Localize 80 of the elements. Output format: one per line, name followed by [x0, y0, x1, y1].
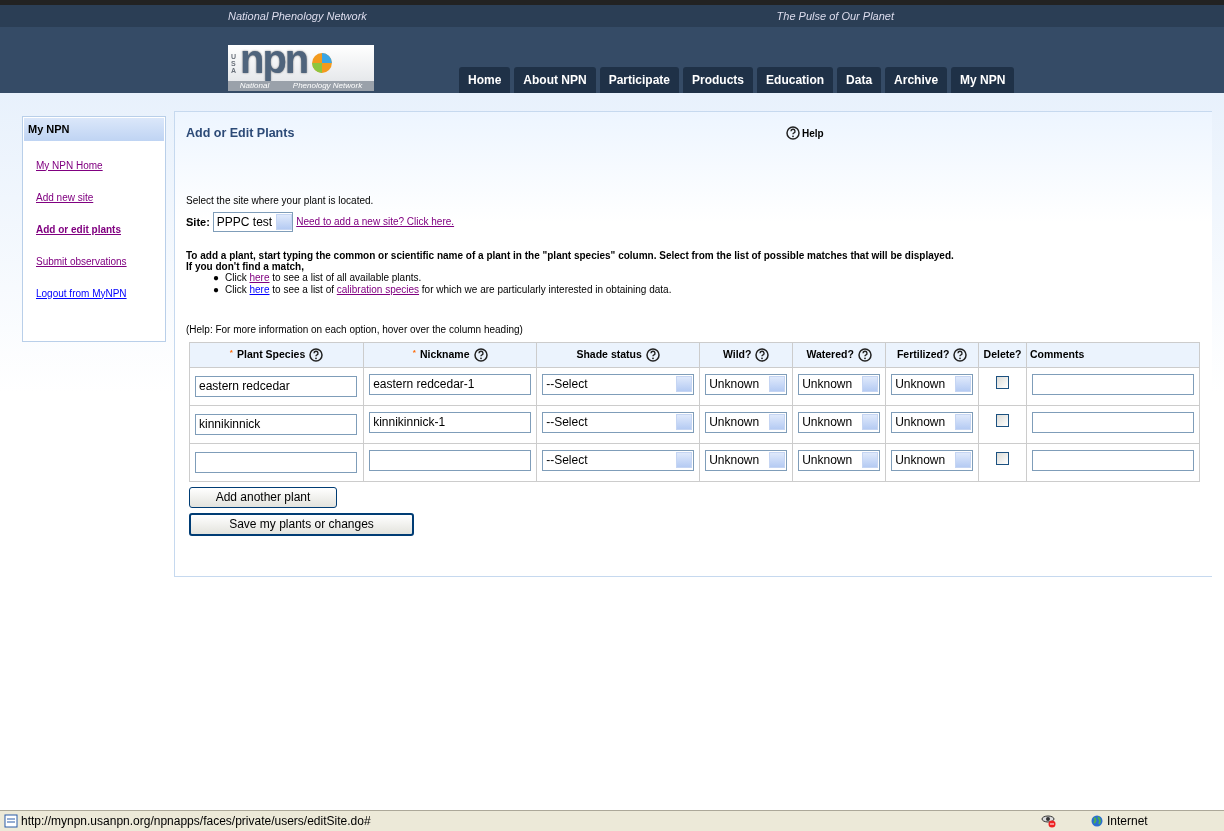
- nav-tab[interactable]: My NPN: [951, 67, 1015, 93]
- wild-select[interactable]: Unknown: [705, 373, 788, 395]
- bullet-marker: ●: [213, 283, 220, 296]
- species-field[interactable]: [195, 451, 357, 473]
- help-icon[interactable]: [645, 347, 660, 362]
- fertilized-select[interactable]: Unknown: [891, 449, 974, 471]
- fertilized-select[interactable]: Unknown: [891, 411, 974, 433]
- inline-link[interactable]: here: [249, 271, 270, 283]
- help-icon[interactable]: [755, 347, 770, 362]
- fertilized-select[interactable]: Unknown: [891, 373, 974, 395]
- site-select[interactable]: PPPC test: [212, 211, 294, 232]
- sidebar-link[interactable]: Logout from MyNPN: [36, 285, 165, 301]
- column-header: Wild?: [722, 347, 752, 360]
- watered-select[interactable]: Unknown: [798, 411, 881, 433]
- delete-checkbox[interactable]: [996, 413, 1010, 427]
- instruction-text: To add a plant, start typing the common or scientific name of a plant in the "plant species" column. Select from the list of possible matches that will be displayed.: [186, 249, 955, 261]
- nickname-field[interactable]: [369, 449, 532, 471]
- nickname-field[interactable]: eastern redcedar-1: [369, 373, 532, 395]
- comments-field[interactable]: [1032, 449, 1194, 471]
- help-icon[interactable]: [473, 347, 488, 362]
- instruction-text: If you don't find a match,: [186, 260, 304, 272]
- column-header: Fertilized?: [896, 347, 950, 360]
- wild-select[interactable]: Unknown: [705, 449, 788, 471]
- watered-select[interactable]: Unknown: [798, 449, 881, 471]
- delete-checkbox[interactable]: [996, 451, 1010, 465]
- comments-field[interactable]: [1032, 411, 1194, 433]
- nav-tab[interactable]: Home: [459, 67, 511, 93]
- site-prompt: Select the site where your plant is located.: [186, 193, 375, 208]
- bullet-text: Click here to see a list of calibration species for which we are particularly interested in obtaining data.: [225, 283, 672, 296]
- nav-tab[interactable]: Data: [837, 67, 882, 93]
- column-header: Watered?: [806, 347, 854, 360]
- page-icon: [4, 814, 18, 828]
- page-title: Add or Edit Plants: [186, 125, 296, 142]
- nav-tab[interactable]: About NPN: [514, 67, 596, 93]
- comments-field[interactable]: [1032, 373, 1194, 395]
- status-url: http://mynpn.usanpn.org/npnapps/faces/private/users/editSite.do#: [21, 813, 372, 830]
- nav-tab[interactable]: Education: [757, 67, 834, 93]
- delete-checkbox[interactable]: [996, 375, 1010, 389]
- form-button[interactable]: Add another plant: [189, 486, 337, 508]
- help-link[interactable]: Help: [786, 125, 824, 141]
- sidebar-link[interactable]: My NPN Home: [36, 157, 165, 173]
- column-header: Shade status: [576, 347, 642, 360]
- sidebar-title: My NPN: [24, 118, 164, 141]
- required-marker: *: [229, 347, 233, 357]
- inline-link[interactable]: calibration species: [336, 283, 420, 295]
- help-icon[interactable]: [953, 347, 968, 362]
- bullet-text: Click here to see a list of all available plants.: [225, 271, 422, 284]
- nickname-field[interactable]: kinnikinnick-1: [369, 411, 532, 433]
- help-icon: [786, 126, 800, 141]
- watered-select[interactable]: Unknown: [798, 373, 881, 395]
- sidebar-link[interactable]: Submit observations: [36, 253, 165, 269]
- privacy-icon: [1041, 814, 1057, 828]
- site-label: Site:: [186, 214, 210, 230]
- wild-select[interactable]: Unknown: [705, 411, 788, 433]
- sidebar-link[interactable]: Add new site: [36, 189, 165, 205]
- required-marker: *: [412, 347, 416, 357]
- add-site-link[interactable]: Need to add a new site? Click here.: [296, 214, 455, 230]
- bullet-marker: ●: [213, 271, 220, 284]
- header-tagline: The Pulse of Our Planet: [776, 8, 894, 24]
- species-field[interactable]: eastern redcedar: [195, 375, 357, 397]
- species-field[interactable]: kinnikinnick: [195, 413, 357, 435]
- shade-select[interactable]: --Select: [542, 411, 695, 433]
- column-header: Delete?: [983, 347, 1022, 360]
- form-button[interactable]: Save my plants or changes: [189, 512, 414, 536]
- help-icon[interactable]: [857, 347, 872, 362]
- header-tagline: National Phenology Network: [228, 8, 367, 24]
- globe-icon: [1091, 815, 1103, 827]
- sidebar-link[interactable]: Add or edit plants: [36, 221, 165, 237]
- column-header: Plant Species: [237, 347, 306, 360]
- column-header: Comments: [1030, 347, 1085, 360]
- table-help-text: (Help: For more information on each option, hover over the column heading): [186, 322, 524, 337]
- inline-link[interactable]: here: [249, 283, 270, 295]
- security-zone: Internet: [1107, 813, 1148, 830]
- nav-tab[interactable]: Products: [683, 67, 754, 93]
- nav-tab[interactable]: Archive: [885, 67, 948, 93]
- shade-select[interactable]: --Select: [542, 449, 695, 471]
- shade-select[interactable]: --Select: [542, 373, 695, 395]
- help-icon[interactable]: [309, 347, 324, 362]
- nav-tab[interactable]: Participate: [599, 67, 680, 93]
- column-header: Nickname: [419, 347, 470, 360]
